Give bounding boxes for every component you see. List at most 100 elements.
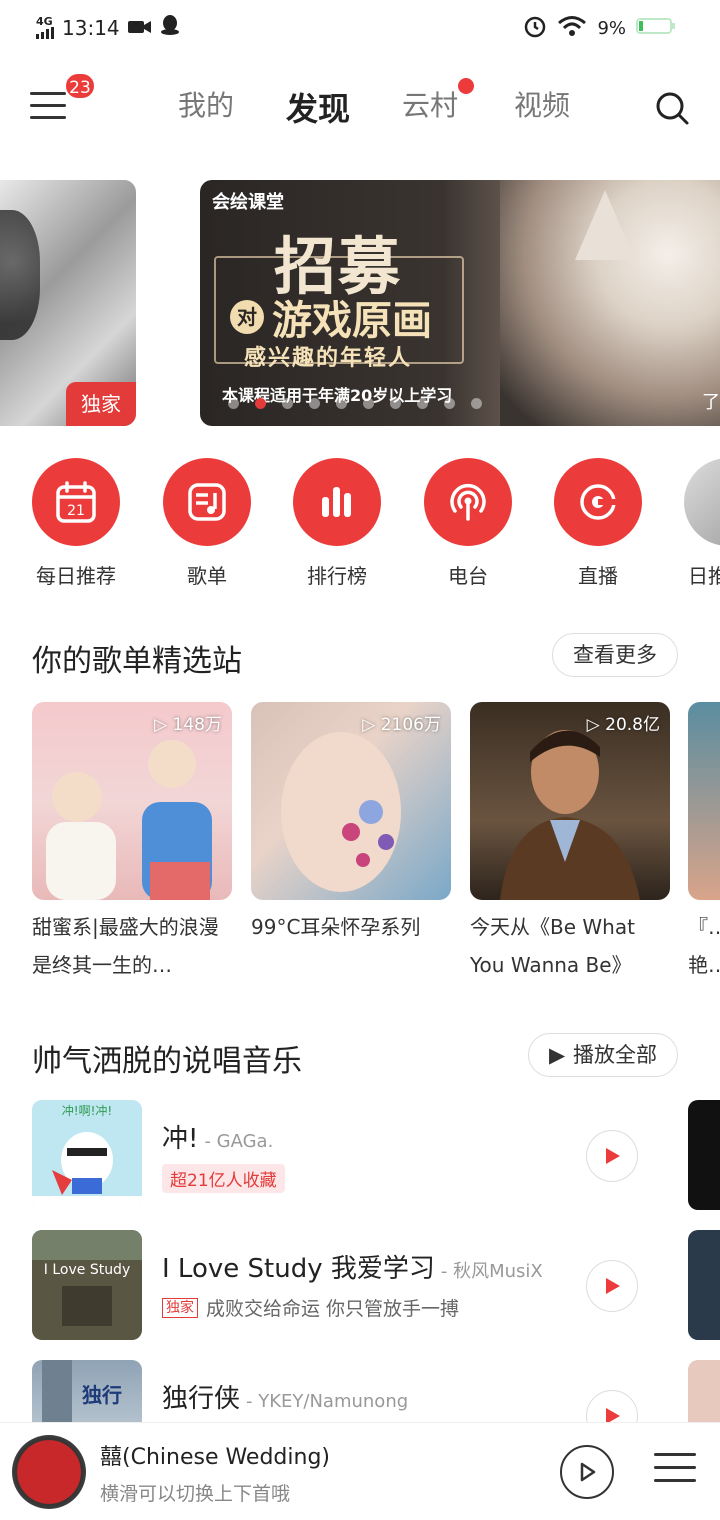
next-column-cover[interactable] bbox=[688, 1360, 720, 1422]
exclusive-badge: 独家 bbox=[162, 1297, 198, 1318]
banner-carousel[interactable]: 独家 会绘课堂 招募 对 游戏原画 感兴趣的年轻人 本课程适用于年满20岁以上学… bbox=[0, 180, 720, 428]
play-all-button[interactable]: ▶ 播放全部 bbox=[528, 1033, 678, 1077]
battery-text: 9% bbox=[597, 18, 626, 39]
album-disc[interactable] bbox=[12, 1435, 86, 1509]
song-row[interactable]: 冲!啊!冲! 冲! - GAGa. 超21亿人收藏 bbox=[0, 1100, 720, 1212]
banner-prev-slide[interactable]: 独家 bbox=[0, 180, 136, 426]
play-icon bbox=[606, 1408, 620, 1422]
search-icon bbox=[656, 92, 689, 125]
tab-label: 发现 bbox=[285, 90, 350, 128]
song-artist: - GAGa. bbox=[204, 1131, 274, 1152]
notification-badge: 23 bbox=[64, 72, 96, 100]
entry-label: 电台 bbox=[448, 564, 488, 588]
song-meta: 独家 成败交给命运 你只管放手一搏 bbox=[162, 1294, 459, 1321]
view-more-button[interactable]: 查看更多 bbox=[552, 633, 678, 677]
favorite-count-tag: 超21亿人收藏 bbox=[162, 1164, 285, 1193]
song-title: 独行侠 - YKEY/Namunong bbox=[162, 1384, 409, 1414]
song-description: 成败交给命运 你只管放手一搏 bbox=[206, 1298, 460, 1320]
entry-label: 歌单 bbox=[187, 564, 227, 588]
tab-cloud-village[interactable]: 云村 bbox=[374, 78, 486, 130]
wifi-icon bbox=[557, 15, 587, 42]
status-bar: 4G 13:14 9% bbox=[0, 0, 720, 56]
song-title: 冲! - GAGa. bbox=[162, 1124, 274, 1154]
banner-subtitle: 游戏原画 bbox=[272, 297, 432, 344]
entry-label: 日推 bbox=[688, 564, 720, 588]
live-entry[interactable]: 直播 bbox=[538, 458, 658, 589]
song-meta: 超21亿人收藏 bbox=[162, 1164, 285, 1193]
menu-button[interactable] bbox=[30, 92, 66, 122]
mini-player[interactable]: 囍(Chinese Wedding) 横滑可以切换上下首哦 bbox=[0, 1422, 720, 1520]
next-column-cover[interactable] bbox=[688, 1230, 720, 1340]
video-icon bbox=[127, 16, 152, 40]
quick-entry-row: 21 每日推荐 歌单 排行榜 电台 直播 日推 bbox=[0, 458, 720, 588]
playlist-card[interactable]: ▷ 2106万 99°C耳朵怀孕系列 bbox=[251, 702, 451, 984]
now-playing-title: 囍(Chinese Wedding) bbox=[100, 1445, 331, 1470]
status-right: 9% bbox=[523, 14, 676, 43]
playlist-card[interactable]: 『…艳… bbox=[688, 702, 720, 984]
svg-text:I Love Study: I Love Study bbox=[44, 1262, 130, 1278]
song-artist: - YKEY/Namunong bbox=[246, 1391, 409, 1412]
svg-text:独行: 独行 bbox=[82, 1383, 122, 1407]
play-count: ▷ 2106万 bbox=[362, 715, 441, 735]
play-all-label: 播放全部 bbox=[573, 1043, 657, 1067]
playlist-title: 今天从《Be What You Wanna Be》听… bbox=[470, 915, 635, 977]
playlist-card[interactable]: ▷ 148万 甜蜜系|最盛大的浪漫是终其一生的… bbox=[32, 702, 232, 984]
network-type: 4G bbox=[36, 15, 53, 28]
entry-label: 每日推荐 bbox=[36, 564, 116, 588]
song-cover: 冲!啊!冲! bbox=[32, 1100, 142, 1210]
tab-label: 云村 bbox=[401, 89, 458, 122]
playlist-cover: ▷ 20.8亿 bbox=[470, 702, 670, 900]
now-playing-hint: 横滑可以切换上下首哦 bbox=[100, 1483, 291, 1505]
tab-mine[interactable]: 我的 bbox=[150, 84, 262, 130]
tab-video[interactable]: 视频 bbox=[486, 84, 598, 130]
play-icon bbox=[580, 1462, 596, 1482]
chart-icon bbox=[322, 487, 351, 517]
play-count: ▷ 148万 bbox=[154, 715, 222, 735]
banner-subtitle2: 感兴趣的年轻人 bbox=[244, 346, 413, 371]
top-nav: 23 我的 发现 云村 视频 bbox=[0, 70, 720, 146]
play-icon bbox=[606, 1278, 620, 1294]
playlist-entry[interactable]: 歌单 bbox=[147, 458, 267, 589]
banner-main-slide[interactable]: 会绘课堂 招募 对 游戏原画 感兴趣的年轻人 本课程适用于年满20岁以上学习 了 bbox=[200, 180, 720, 426]
song-title: I Love Study 我爱学习 - 秋风MusiX bbox=[162, 1254, 543, 1284]
tab-label: 我的 bbox=[177, 89, 234, 122]
playlist-cover: ▷ 2106万 bbox=[251, 702, 451, 900]
signal-icon: 4G bbox=[36, 16, 54, 39]
exclusive-tag: 独家 bbox=[66, 382, 136, 426]
banner-brand: 会绘课堂 bbox=[212, 192, 284, 213]
next-column-cover[interactable] bbox=[688, 1100, 720, 1210]
song-play-button[interactable] bbox=[586, 1130, 638, 1182]
banner-dui: 对 bbox=[230, 300, 264, 334]
entry-label: 排行榜 bbox=[307, 564, 367, 588]
battery-icon bbox=[636, 17, 676, 40]
partial-icon bbox=[684, 458, 720, 546]
song-row[interactable]: 独行 独行侠 - YKEY/Namunong bbox=[0, 1360, 720, 1422]
carousel-dots bbox=[228, 398, 482, 409]
song-play-button[interactable] bbox=[586, 1390, 638, 1422]
playlist-card[interactable]: ▷ 20.8亿 今天从《Be What You Wanna Be》听… bbox=[470, 702, 670, 984]
entry-label: 直播 bbox=[578, 564, 618, 588]
charts-entry[interactable]: 排行榜 bbox=[277, 458, 397, 589]
partial-entry[interactable]: 日推 bbox=[668, 458, 720, 589]
play-icon: ▶ bbox=[549, 1043, 566, 1067]
playlist-title: 99°C耳朵怀孕系列 bbox=[251, 915, 421, 939]
nav-tabs: 我的 发现 云村 视频 bbox=[150, 78, 598, 130]
daily-recommend-entry[interactable]: 21 每日推荐 bbox=[16, 458, 136, 589]
song-row[interactable]: I Love Study I Love Study 我爱学习 - 秋风MusiX … bbox=[0, 1230, 720, 1342]
song-cover: I Love Study bbox=[32, 1230, 142, 1340]
radio-entry[interactable]: 电台 bbox=[408, 458, 528, 589]
svg-text:21: 21 bbox=[67, 503, 85, 519]
radio-icon bbox=[450, 483, 486, 521]
tab-discover[interactable]: 发现 bbox=[262, 84, 374, 130]
playlist-queue-button[interactable] bbox=[654, 1453, 696, 1489]
song-play-button[interactable] bbox=[586, 1260, 638, 1312]
search-button[interactable] bbox=[654, 90, 690, 126]
play-icon bbox=[606, 1148, 620, 1164]
status-left: 4G 13:14 bbox=[36, 14, 180, 41]
playlist-cover: ▷ 148万 bbox=[32, 702, 232, 900]
clock: 13:14 bbox=[62, 15, 120, 40]
player-play-button[interactable] bbox=[560, 1445, 614, 1499]
rap-section-title: 帅气洒脱的说唱音乐 bbox=[32, 1044, 302, 1079]
playlist-section-title: 你的歌单精选站 bbox=[32, 644, 242, 679]
playlist-title: 甜蜜系|最盛大的浪漫是终其一生的… bbox=[32, 915, 219, 977]
